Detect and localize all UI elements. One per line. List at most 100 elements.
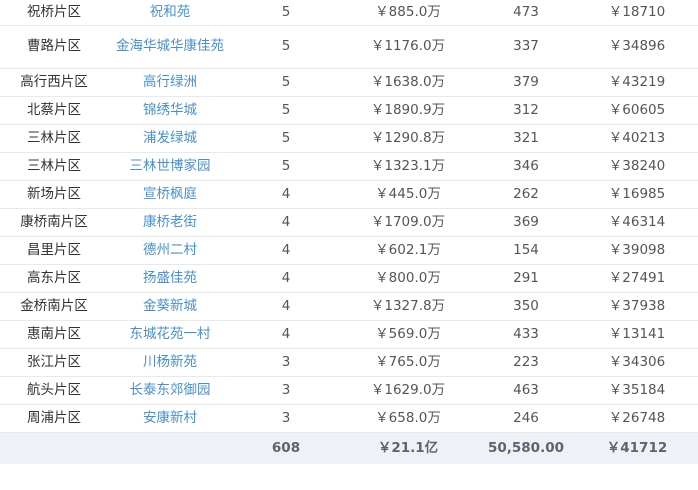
community-cell: 三林世博家园 — [108, 152, 232, 181]
count-cell: 5 — [232, 152, 340, 181]
unit-price-cell: ￥27491 — [576, 264, 698, 293]
district-cell: 张江片区 — [0, 348, 108, 377]
district-cell: 昌里片区 — [0, 236, 108, 265]
community-cell: 宣桥枫庭 — [108, 180, 232, 209]
count-cell: 4 — [232, 264, 340, 293]
totals-district — [0, 431, 108, 464]
community-link[interactable]: 浦发绿城 — [143, 130, 197, 146]
unit-price-cell: ￥60605 — [576, 96, 698, 125]
community-cell: 德州二村 — [108, 236, 232, 265]
total-price-cell: ￥800.0万 — [340, 264, 476, 293]
area-cell: 291 — [476, 264, 576, 293]
community-link[interactable]: 德州二村 — [143, 242, 197, 258]
area-cell: 312 — [476, 96, 576, 125]
community-link[interactable]: 宣桥枫庭 — [143, 186, 197, 202]
community-cell: 扬盛佳苑 — [108, 264, 232, 293]
district-cell: 康桥南片区 — [0, 208, 108, 237]
community-cell: 安康新村 — [108, 404, 232, 433]
community-link[interactable]: 川杨新苑 — [143, 354, 197, 370]
count-cell: 3 — [232, 376, 340, 405]
count-cell: 4 — [232, 180, 340, 209]
community-link[interactable]: 三林世博家园 — [130, 158, 211, 174]
district-cell: 北蔡片区 — [0, 96, 108, 125]
total-price-cell: ￥569.0万 — [340, 320, 476, 349]
community-link[interactable]: 金葵新城 — [143, 298, 197, 314]
community-link[interactable]: 康桥老街 — [143, 214, 197, 230]
area-cell: 346 — [476, 152, 576, 181]
community-link[interactable]: 金海华城华康佳苑 — [116, 38, 224, 54]
totals-unit-price: ￥41712 — [576, 431, 698, 464]
totals-area: 50,580.00 — [476, 431, 576, 464]
district-cell: 三林片区 — [0, 124, 108, 153]
community-link[interactable]: 高行绿洲 — [143, 74, 197, 90]
area-cell: 473 — [476, 0, 576, 26]
community-link[interactable]: 锦绣华城 — [143, 102, 197, 118]
area-cell: 223 — [476, 348, 576, 377]
area-cell: 154 — [476, 236, 576, 265]
unit-price-cell: ￥39098 — [576, 236, 698, 265]
district-cell: 祝桥片区 — [0, 0, 108, 26]
community-cell: 金海华城华康佳苑 — [108, 25, 232, 69]
table-row: 新场片区 宣桥枫庭 4 ￥445.0万 262 ￥16985 — [0, 180, 698, 209]
count-cell: 5 — [232, 0, 340, 26]
community-cell: 浦发绿城 — [108, 124, 232, 153]
area-cell: 321 — [476, 124, 576, 153]
community-link[interactable]: 祝和苑 — [150, 4, 191, 20]
table-row: 金桥南片区 金葵新城 4 ￥1327.8万 350 ￥37938 — [0, 292, 698, 321]
area-cell: 350 — [476, 292, 576, 321]
table-row: 高行西片区 高行绿洲 5 ￥1638.0万 379 ￥43219 — [0, 68, 698, 97]
district-cell: 三林片区 — [0, 152, 108, 181]
count-cell: 3 — [232, 348, 340, 377]
unit-price-cell: ￥40213 — [576, 124, 698, 153]
count-cell: 5 — [232, 68, 340, 97]
unit-price-cell: ￥43219 — [576, 68, 698, 97]
table-row: 惠南片区 东城花苑一村 4 ￥569.0万 433 ￥13141 — [0, 320, 698, 349]
community-cell: 康桥老街 — [108, 208, 232, 237]
community-link[interactable]: 东城花苑一村 — [130, 326, 211, 342]
area-cell: 463 — [476, 376, 576, 405]
total-price-cell: ￥602.1万 — [340, 236, 476, 265]
area-cell: 369 — [476, 208, 576, 237]
count-cell: 4 — [232, 320, 340, 349]
district-cell: 金桥南片区 — [0, 292, 108, 321]
total-price-cell: ￥1290.8万 — [340, 124, 476, 153]
district-cell: 周浦片区 — [0, 404, 108, 433]
table-row: 北蔡片区 锦绣华城 5 ￥1890.9万 312 ￥60605 — [0, 96, 698, 125]
district-cell: 惠南片区 — [0, 320, 108, 349]
total-price-cell: ￥658.0万 — [340, 404, 476, 433]
count-cell: 5 — [232, 124, 340, 153]
table-row: 曹路片区 金海华城华康佳苑 5 ￥1176.0万 337 ￥34896 — [0, 25, 698, 69]
community-cell: 金葵新城 — [108, 292, 232, 321]
community-cell: 东城花苑一村 — [108, 320, 232, 349]
community-link[interactable]: 长泰东郊御园 — [130, 382, 211, 398]
unit-price-cell: ￥18710 — [576, 0, 698, 26]
listing-table: 祝桥片区 祝和苑 5 ￥885.0万 473 ￥18710 曹路片区 金海华城华康佳苑 5 ￥11… — [0, 0, 698, 464]
community-cell: 长泰东郊御园 — [108, 376, 232, 405]
total-price-cell: ￥1709.0万 — [340, 208, 476, 237]
count-cell: 4 — [232, 236, 340, 265]
community-cell: 川杨新苑 — [108, 348, 232, 377]
table-body: 祝桥片区 祝和苑 5 ￥885.0万 473 ￥18710 曹路片区 金海华城华康佳苑 5 ￥11… — [0, 0, 698, 433]
table-row: 张江片区 川杨新苑 3 ￥765.0万 223 ￥34306 — [0, 348, 698, 377]
table-row: 周浦片区 安康新村 3 ￥658.0万 246 ￥26748 — [0, 404, 698, 433]
total-price-cell: ￥885.0万 — [340, 0, 476, 26]
table-row: 航头片区 长泰东郊御园 3 ￥1629.0万 463 ￥35184 — [0, 376, 698, 405]
unit-price-cell: ￥38240 — [576, 152, 698, 181]
unit-price-cell: ￥46314 — [576, 208, 698, 237]
table-row: 祝桥片区 祝和苑 5 ￥885.0万 473 ￥18710 — [0, 0, 698, 26]
community-link[interactable]: 扬盛佳苑 — [143, 270, 197, 286]
totals-price: ￥21.1亿 — [340, 431, 476, 464]
count-cell: 4 — [232, 208, 340, 237]
district-cell: 航头片区 — [0, 376, 108, 405]
community-cell: 锦绣华城 — [108, 96, 232, 125]
count-cell: 3 — [232, 404, 340, 433]
table-row: 三林片区 浦发绿城 5 ￥1290.8万 321 ￥40213 — [0, 124, 698, 153]
area-cell: 246 — [476, 404, 576, 433]
community-link[interactable]: 安康新村 — [143, 410, 197, 426]
unit-price-cell: ￥34306 — [576, 348, 698, 377]
table-row: 康桥南片区 康桥老街 4 ￥1709.0万 369 ￥46314 — [0, 208, 698, 237]
area-cell: 379 — [476, 68, 576, 97]
count-cell: 5 — [232, 96, 340, 125]
area-cell: 262 — [476, 180, 576, 209]
table-row: 三林片区 三林世博家园 5 ￥1323.1万 346 ￥38240 — [0, 152, 698, 181]
